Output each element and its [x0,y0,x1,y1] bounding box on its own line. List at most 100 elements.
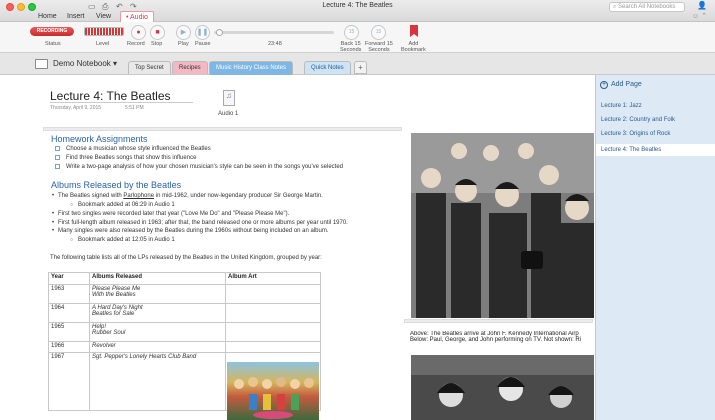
airport-photo-drawing [411,133,594,318]
tab-home[interactable]: Home [38,11,57,22]
ribbon-options-icon[interactable]: ☺ ⌃ [692,12,707,20]
parlophone-link[interactable]: Parlophone [123,193,154,199]
page-item-jazz[interactable]: Lecture 1: Jazz [596,100,715,112]
bullet-item[interactable]: The Beatles signed with Parlophone in mi… [52,193,323,199]
section-tab-recipes[interactable]: Recipes [172,61,208,74]
table-row[interactable]: 1963 Please Please Me With the Beatles [48,284,321,304]
tab-view[interactable]: View [96,11,111,22]
beatles-airport-photo[interactable] [411,133,594,318]
albums-cell[interactable]: Revolver [89,341,226,353]
audio-file-label[interactable]: Audio 1 [218,111,238,117]
audio-ribbon: RECORDING Status Level ● Record ■ Stop ▶… [0,22,715,53]
play-button[interactable]: ▶ [176,25,191,40]
todo-checkbox[interactable] [55,164,60,169]
title-underline [50,102,193,103]
play-label: Play [178,41,189,47]
table-intro[interactable]: The following table lists all of the LPs… [50,255,322,261]
add-section-button[interactable]: + [354,61,367,74]
table-row[interactable]: 1964 A Hard Day's Night Beatles for Sale [48,303,321,323]
album-art-cell[interactable] [225,303,321,323]
beatles-tv-photo[interactable] [411,355,594,420]
year-cell[interactable]: 1965 [48,322,90,342]
tab-insert[interactable]: Insert [67,11,85,22]
status-label: Status [45,41,61,47]
add-bookmark-label[interactable]: Add Bookmark [401,41,426,53]
bookmark-note[interactable]: Bookmark added at 06:29 in Audio 1 [70,202,175,208]
back-15-button[interactable]: 15 [344,25,359,40]
stop-button[interactable]: ■ [150,25,165,40]
search-placeholder: Search All Notebooks [618,4,676,10]
section-tab-music-history[interactable]: Music History Class Notes [209,61,294,75]
back-15-number: 15 [348,29,355,35]
page-item-beatles[interactable]: Lecture 4: The Beatles [596,144,715,156]
albums-heading[interactable]: Albums Released by the Beatles [51,180,181,190]
record-button[interactable]: ● [131,25,146,40]
forward-15-label: Forward 15 Seconds [365,41,393,53]
album-art-cell[interactable] [225,322,321,342]
sgt-pepper-album-art[interactable] [227,362,319,420]
ribbon-tabs: Home Insert View • Audio [0,11,715,23]
page-item-origins-rock[interactable]: Lecture 3: Origins of Rock [596,128,715,140]
add-page-icon: + [600,81,608,89]
page-list-panel: + Add Page Lecture 1: Jazz Lecture 2: Cou… [595,75,715,420]
album-art-figures [234,377,314,419]
back-15-label: Back 15 Seconds [340,41,362,53]
chevron-down-icon: ▾ [113,59,118,68]
todo-item[interactable]: Choose a musician whose style influenced… [55,146,211,152]
homework-heading[interactable]: Homework Assignments [51,134,148,144]
level-meter [84,27,124,36]
notebook-selector[interactable]: Demo Notebook ▾ [53,59,117,68]
albums-cell[interactable]: Please Please Me With the Beatles [89,284,226,304]
title-bar: ▭ ⎙ ↶ ↷ Lecture 4: The Beatles ⌕ Search … [0,0,715,23]
page-title[interactable]: Lecture 4: The Beatles [50,89,171,103]
playback-scrubber[interactable] [216,29,223,36]
bookmark-icon[interactable] [410,25,418,37]
audio-file-icon[interactable]: ♫ [223,90,235,106]
playback-time: 23:48 [268,41,282,47]
bullet-text: in mid-1962, under now-legendary produce… [154,193,323,199]
share-user-icon[interactable]: 👤 [697,1,707,10]
todo-checkbox[interactable] [55,146,60,151]
page-date: Thursday, April 9, 2015 [50,105,102,111]
bullet-item[interactable]: First full-length album released in 1963… [52,220,348,226]
todo-checkbox[interactable] [55,155,60,160]
table-row[interactable]: 1965 Help! Rubber Soul [48,322,321,342]
todo-item[interactable]: Write a two-page analysis of how your ch… [55,164,343,170]
note-container-handle[interactable] [43,127,402,131]
albums-cell[interactable]: Help! Rubber Soul [89,322,226,342]
bullet-text: The Beatles signed with [58,193,124,199]
recording-status-badge: RECORDING [30,27,74,36]
year-cell[interactable]: 1964 [48,303,90,323]
albums-cell[interactable]: Sgt. Pepper's Lonely Hearts Club Band [89,352,226,411]
page-canvas[interactable]: Lecture 4: The Beatles Thursday, April 9… [0,75,595,420]
table-row[interactable]: 1966 Revolver [48,341,321,353]
albums-cell[interactable]: A Hard Day's Night Beatles for Sale [89,303,226,323]
column-header-year: Year [48,272,90,285]
year-cell[interactable]: 1967 [48,352,90,411]
tab-audio-bullet: • [126,14,129,21]
year-cell[interactable]: 1963 [48,284,90,304]
todo-text: Choose a musician whose style influenced… [66,146,211,152]
window-title: Lecture 4: The Beatles [322,2,393,9]
bookmark-note[interactable]: Bookmark added at 12:05 in Audio 1 [70,237,175,243]
section-tab-top-secret[interactable]: Top Secret [128,61,171,74]
playback-progress-track[interactable] [214,31,334,34]
photo-caption[interactable]: Above: The Beatles arrive at John F. Ken… [410,331,595,343]
todo-text: Write a two-page analysis of how your ch… [66,164,343,170]
pause-button[interactable]: ❚❚ [195,25,210,40]
album-art-cell[interactable] [225,284,321,304]
stop-label: Stop [151,41,163,47]
album-art-cell[interactable] [225,341,321,353]
pause-label: Pause [195,41,211,47]
year-cell[interactable]: 1966 [48,341,90,353]
add-page-button[interactable]: + Add Page [600,81,642,89]
bullet-item[interactable]: Many singles were also released by the B… [52,228,329,234]
todo-item[interactable]: Find three Beatles songs that show this … [55,155,196,161]
image-container-handle[interactable] [404,319,593,323]
caption-line-below: Below: Paul, George, and John performing… [410,337,582,343]
forward-15-button[interactable]: 15 [371,25,386,40]
page-item-country-folk[interactable]: Lecture 2: Country and Folk [596,114,715,126]
search-icon: ⌕ [613,4,617,10]
bullet-item[interactable]: First two singles were recorded later th… [52,211,289,217]
section-tab-quick-notes[interactable]: Quick Notes [304,61,351,74]
